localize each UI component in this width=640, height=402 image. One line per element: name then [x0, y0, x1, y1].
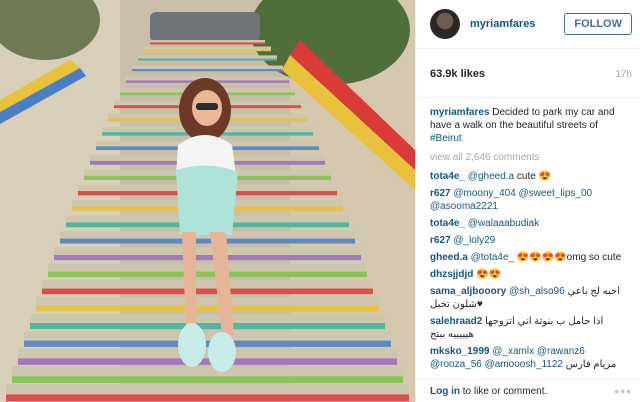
- comment-mentions[interactable]: @_loly29: [453, 235, 495, 246]
- post-header: myriamfares FOLLOW: [416, 0, 640, 49]
- post-footer: Log in to like or comment. •••: [416, 379, 640, 402]
- comment-mentions[interactable]: @moony_404 @sweet_lips_00 @asooma2221: [430, 188, 592, 212]
- stair-riser: [132, 68, 283, 72]
- login-suffix: to like or comment.: [462, 385, 548, 397]
- post-photo[interactable]: [0, 0, 415, 402]
- comment-username[interactable]: mksko_1999: [430, 346, 490, 357]
- stair-riser: [42, 288, 373, 295]
- comment-username[interactable]: tota4e_: [430, 218, 465, 229]
- comments-section: myriamfares Decided to park my car and h…: [416, 98, 640, 371]
- comment-username[interactable]: salehraad2: [430, 316, 482, 327]
- stair-riser: [36, 305, 379, 312]
- comment-mentions[interactable]: @tota4e_: [471, 252, 515, 263]
- comment-text: مريام فارس: [565, 359, 617, 370]
- comment-item: gheed.a @tota4e_ 😍😍😍😍omg so cute: [430, 251, 630, 264]
- comment-item: tota4e_ @gheed.a cute 😍: [430, 170, 630, 183]
- comment-username[interactable]: dhzsjjdjd: [430, 269, 473, 280]
- stair-riser: [144, 49, 271, 52]
- post-sidebar: myriamfares FOLLOW 63.9k likes 17h myria…: [415, 0, 640, 402]
- comment-text: 😍😍: [476, 269, 502, 280]
- comment-item: tota4e_ @walaaabudiak: [430, 217, 630, 230]
- comment-mentions[interactable]: @sh_also96: [509, 286, 565, 297]
- stair-riser: [12, 376, 403, 384]
- staircase-photo-illustration: [0, 0, 415, 402]
- stair-riser: [24, 340, 391, 347]
- post-time[interactable]: 17h: [615, 69, 632, 80]
- instagram-post: myriamfares FOLLOW 63.9k likes 17h myria…: [0, 0, 640, 402]
- comment-text: cute 😍: [516, 171, 552, 182]
- comment-username[interactable]: tota4e_: [430, 171, 465, 182]
- stair-riser: [6, 394, 409, 402]
- stair-riser: [30, 323, 385, 330]
- header-username[interactable]: myriamfares: [470, 18, 564, 30]
- view-all-comments-link[interactable]: view all 2,646 comments: [430, 151, 630, 164]
- stair-riser: [48, 271, 367, 278]
- caption-hashtag[interactable]: #Beirut: [430, 133, 462, 144]
- comment-username[interactable]: r627: [430, 188, 451, 199]
- stair-riser: [150, 42, 265, 45]
- stair-riser: [60, 238, 355, 244]
- comment-list: tota4e_ @gheed.a cute 😍 r627 @moony_404 @…: [430, 170, 630, 371]
- post-meta: 63.9k likes 17h: [416, 49, 640, 98]
- avatar[interactable]: [430, 9, 460, 39]
- comment-item: dhzsjjdjd 😍😍: [430, 268, 630, 281]
- comment-item: salehraad2 اذا حامل ب بنوتة اني اتزوجها …: [430, 315, 630, 341]
- likes-count[interactable]: 63.9k likes: [430, 68, 485, 80]
- caption: myriamfares Decided to park my car and h…: [430, 106, 630, 145]
- caption-username[interactable]: myriamfares: [430, 107, 489, 118]
- comment-item: sama_aljbooory @sh_also96 احبه لج باعي ش…: [430, 285, 630, 311]
- comment-username[interactable]: sama_aljbooory: [430, 286, 506, 297]
- comment-item: mksko_1999 @_xamlx @rawanz6 @rooza_56 @a…: [430, 345, 630, 371]
- comment-username[interactable]: r627: [430, 235, 451, 246]
- comment-username[interactable]: gheed.a: [430, 252, 468, 263]
- follow-button[interactable]: FOLLOW: [564, 13, 632, 35]
- comment-text: 😍😍😍😍omg so cute: [516, 252, 622, 263]
- comment-mentions[interactable]: @gheed.a: [468, 171, 514, 182]
- comment-item: r627 @_loly29: [430, 234, 630, 247]
- more-dots-icon[interactable]: •••: [614, 383, 632, 399]
- stair-riser: [54, 254, 361, 261]
- comment-mentions[interactable]: @walaaabudiak: [468, 218, 539, 229]
- stair-riser: [138, 58, 277, 61]
- comment-item: r627 @moony_404 @sweet_lips_00 @asooma22…: [430, 187, 630, 213]
- login-link[interactable]: Log in: [430, 386, 460, 397]
- stair-riser: [18, 358, 397, 365]
